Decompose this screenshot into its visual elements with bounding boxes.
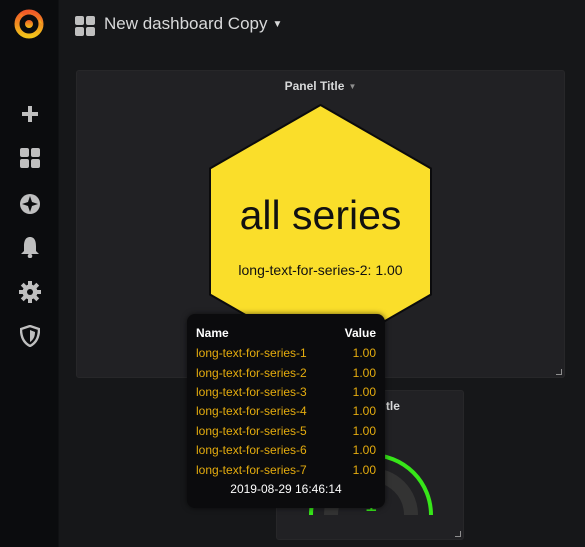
caret-down-icon: ▼ (348, 82, 357, 91)
tooltip-row-name: long-text-for-series-2 (196, 366, 307, 380)
dashboard-title-picker[interactable]: New dashboard Copy ▼ (104, 14, 282, 34)
tooltip-row-name: long-text-for-series-4 (196, 404, 307, 418)
tooltip-row: long-text-for-series-7 1.00 (196, 463, 376, 477)
dashboard-title: New dashboard Copy (104, 14, 268, 33)
tooltip-header: Name Value (196, 326, 376, 340)
tooltip-row-value: 1.00 (352, 385, 376, 399)
dashboard-grid-icon (75, 16, 95, 40)
stat-main-value: all series (239, 192, 402, 238)
tooltip-row-value: 1.00 (352, 424, 376, 438)
tooltip-row: long-text-for-series-2 1.00 (196, 366, 376, 380)
shield-icon[interactable] (16, 322, 44, 350)
sidebar (0, 0, 59, 547)
caret-down-icon: ▼ (272, 19, 283, 30)
tooltip-row: long-text-for-series-5 1.00 (196, 424, 376, 438)
plus-icon[interactable] (16, 100, 44, 128)
tooltip-row-value: 1.00 (352, 463, 376, 477)
tooltip-row-value: 1.00 (352, 366, 376, 380)
dashboards-grid-icon[interactable] (16, 144, 44, 172)
tooltip-row-value: 1.00 (352, 443, 376, 457)
bell-icon[interactable] (16, 233, 44, 261)
grafana-logo-icon[interactable] (13, 8, 45, 40)
tooltip-row: long-text-for-series-4 1.00 (196, 404, 376, 418)
tooltip-row-name: long-text-for-series-6 (196, 443, 307, 457)
tooltip-header-value: Value (344, 326, 376, 340)
panel-resize-handle[interactable] (556, 369, 562, 375)
panel-title-menu[interactable]: Panel Title ▼ (77, 79, 564, 93)
series-tooltip: Name Value long-text-for-series-1 1.00 l… (187, 314, 385, 508)
panel-resize-handle[interactable] (455, 531, 461, 537)
tooltip-row-name: long-text-for-series-3 (196, 385, 307, 399)
tooltip-row: long-text-for-series-6 1.00 (196, 443, 376, 457)
top-navbar: New dashboard Copy ▼ (59, 0, 585, 52)
gear-icon[interactable] (16, 278, 44, 306)
tooltip-row-value: 1.00 (352, 346, 376, 360)
tooltip-timestamp: 2019-08-29 16:46:14 (230, 482, 342, 496)
tooltip-header-name: Name (196, 326, 229, 340)
stat-sub-value: long-text-for-series-2: 1.00 (238, 262, 403, 278)
compass-icon[interactable] (16, 190, 44, 218)
tooltip-row-name: long-text-for-series-7 (196, 463, 307, 477)
tooltip-row-value: 1.00 (352, 404, 376, 418)
panel-title: Panel Title (284, 79, 345, 93)
tooltip-row: long-text-for-series-1 1.00 (196, 346, 376, 360)
tooltip-row-name: long-text-for-series-5 (196, 424, 307, 438)
tooltip-row-name: long-text-for-series-1 (196, 346, 307, 360)
tooltip-row: long-text-for-series-3 1.00 (196, 385, 376, 399)
